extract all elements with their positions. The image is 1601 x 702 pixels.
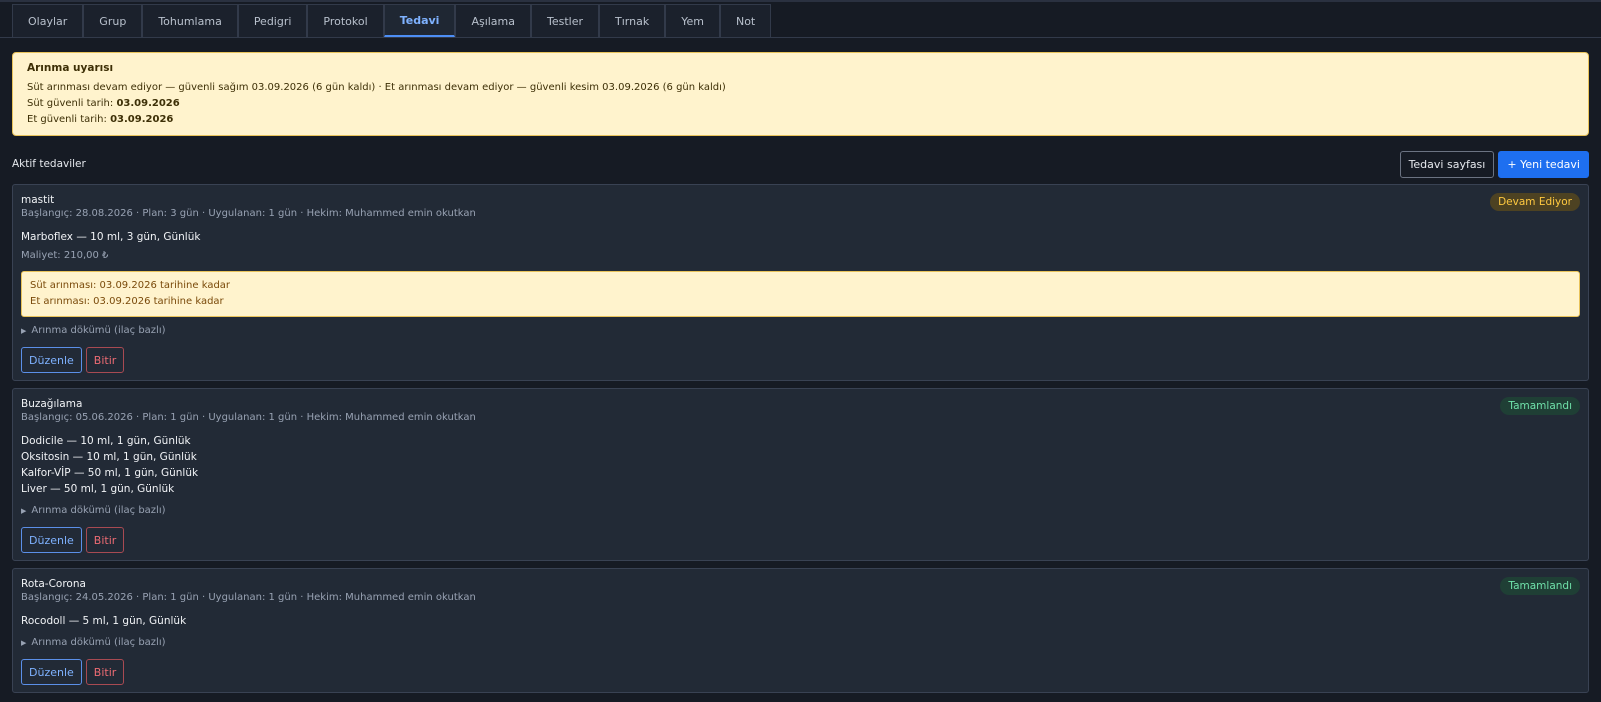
withdrawal-warning: Arınma uyarısı Süt arınması devam ediyor…: [12, 52, 1589, 136]
header-actions: Tedavi sayfası + Yeni tedavi: [1399, 150, 1589, 178]
treatment-title: Buzağılama: [21, 398, 83, 410]
card-actions: Düzenle Bitir: [21, 659, 1580, 685]
treatment-meta: Başlangıç: 28.08.2026 · Plan: 3 gün · Uy…: [21, 208, 476, 219]
medication-line: Rocodoll — 5 ml, 1 gün, Günlük: [21, 615, 187, 627]
tab-yem[interactable]: Yem: [665, 4, 720, 37]
section-title: Aktif tedaviler: [12, 158, 86, 170]
status-badge: Tamamlandı: [1500, 577, 1580, 595]
tab-asilama[interactable]: Aşılama: [455, 4, 532, 37]
meat-withdrawal: Et arınması: 03.09.2026 tarihine kadar: [30, 296, 224, 307]
tab-grup[interactable]: Grup: [83, 4, 143, 37]
caret-right-icon: ▶: [21, 507, 27, 515]
treatment-card: Rota-Corona Başlangıç: 24.05.2026 · Plan…: [12, 568, 1589, 693]
milk-safe-value: 03.09.2026: [116, 98, 180, 109]
treatment-cost: Maliyet: 210,00 ₺: [21, 250, 109, 261]
edit-button[interactable]: Düzenle: [21, 527, 82, 553]
tab-testler[interactable]: Testler: [531, 4, 600, 37]
caret-right-icon: ▶: [21, 639, 27, 647]
medication-line: Kalfor-VİP — 50 ml, 1 gün, Günlük: [21, 467, 199, 479]
milk-safe-label: Süt güvenli tarih:: [27, 98, 114, 109]
status-badge: Tamamlandı: [1500, 397, 1580, 415]
edit-button[interactable]: Düzenle: [21, 659, 82, 685]
milk-withdrawal: Süt arınması: 03.09.2026 tarihine kadar: [30, 280, 231, 291]
treatment-title: mastit: [21, 194, 55, 206]
section-header: Aktif tedaviler Tedavi sayfası + Yeni te…: [12, 150, 1589, 178]
details-label: Arınma dökümü (ilaç bazlı): [31, 505, 166, 516]
milk-safe-date: Süt güvenli tarih: 03.09.2026: [27, 96, 1574, 112]
treatment-page-button[interactable]: Tedavi sayfası: [1399, 150, 1495, 178]
withdrawal-box: Süt arınması: 03.09.2026 tarihine kadar …: [21, 271, 1580, 317]
medication-line: Liver — 50 ml, 1 gün, Günlük: [21, 483, 175, 495]
meat-safe-value: 03.09.2026: [110, 114, 174, 125]
tab-tedavi[interactable]: Tedavi: [383, 4, 456, 37]
new-treatment-button[interactable]: + Yeni tedavi: [1498, 150, 1589, 178]
treatment-title: Rota-Corona: [21, 578, 86, 590]
caret-right-icon: ▶: [21, 327, 27, 335]
finish-button[interactable]: Bitir: [85, 347, 125, 373]
edit-button[interactable]: Düzenle: [21, 347, 82, 373]
medication-line: Marboflex — 10 ml, 3 gün, Günlük: [21, 231, 201, 243]
finish-button[interactable]: Bitir: [85, 527, 125, 553]
card-actions: Düzenle Bitir: [21, 347, 1580, 373]
tab-not[interactable]: Not: [719, 4, 772, 37]
tab-tohumlama[interactable]: Tohumlama: [142, 4, 238, 37]
finish-button[interactable]: Bitir: [85, 659, 125, 685]
meat-safe-label: Et güvenli tarih:: [27, 114, 107, 125]
treatment-card: Buzağılama Başlangıç: 05.06.2026 · Plan:…: [12, 388, 1589, 561]
warning-summary: Süt arınması devam ediyor — güvenli sağı…: [27, 82, 726, 93]
treatment-card: mastit Başlangıç: 28.08.2026 · Plan: 3 g…: [12, 184, 1589, 381]
warning-title: Arınma uyarısı: [27, 62, 114, 74]
card-actions: Düzenle Bitir: [21, 527, 1580, 553]
treatment-meta: Başlangıç: 24.05.2026 · Plan: 1 gün · Uy…: [21, 592, 476, 603]
withdrawal-details-toggle[interactable]: ▶ Arınma dökümü (ilaç bazlı): [21, 636, 1580, 650]
withdrawal-details-toggle[interactable]: ▶ Arınma dökümü (ilaç bazlı): [21, 324, 1580, 338]
tab-tirnak[interactable]: Tırnak: [599, 4, 666, 37]
meat-safe-date: Et güvenli tarih: 03.09.2026: [27, 112, 1574, 128]
withdrawal-details-toggle[interactable]: ▶ Arınma dökümü (ilaç bazlı): [21, 504, 1580, 518]
status-badge: Devam Ediyor: [1490, 193, 1580, 211]
tab-olaylar[interactable]: Olaylar: [12, 4, 84, 37]
medication-line: Oksitosin — 10 ml, 1 gün, Günlük: [21, 451, 197, 463]
tab-bar: Olaylar Grup Tohumlama Pedigri Protokol …: [0, 2, 1601, 38]
main-content: Arınma uyarısı Süt arınması devam ediyor…: [0, 38, 1601, 693]
details-label: Arınma dökümü (ilaç bazlı): [31, 637, 166, 648]
details-label: Arınma dökümü (ilaç bazlı): [31, 325, 166, 336]
treatment-meta: Başlangıç: 05.06.2026 · Plan: 1 gün · Uy…: [21, 412, 476, 423]
tab-pedigri[interactable]: Pedigri: [237, 4, 308, 37]
medication-line: Dodicile — 10 ml, 1 gün, Günlük: [21, 435, 191, 447]
tab-protokol[interactable]: Protokol: [307, 4, 384, 37]
